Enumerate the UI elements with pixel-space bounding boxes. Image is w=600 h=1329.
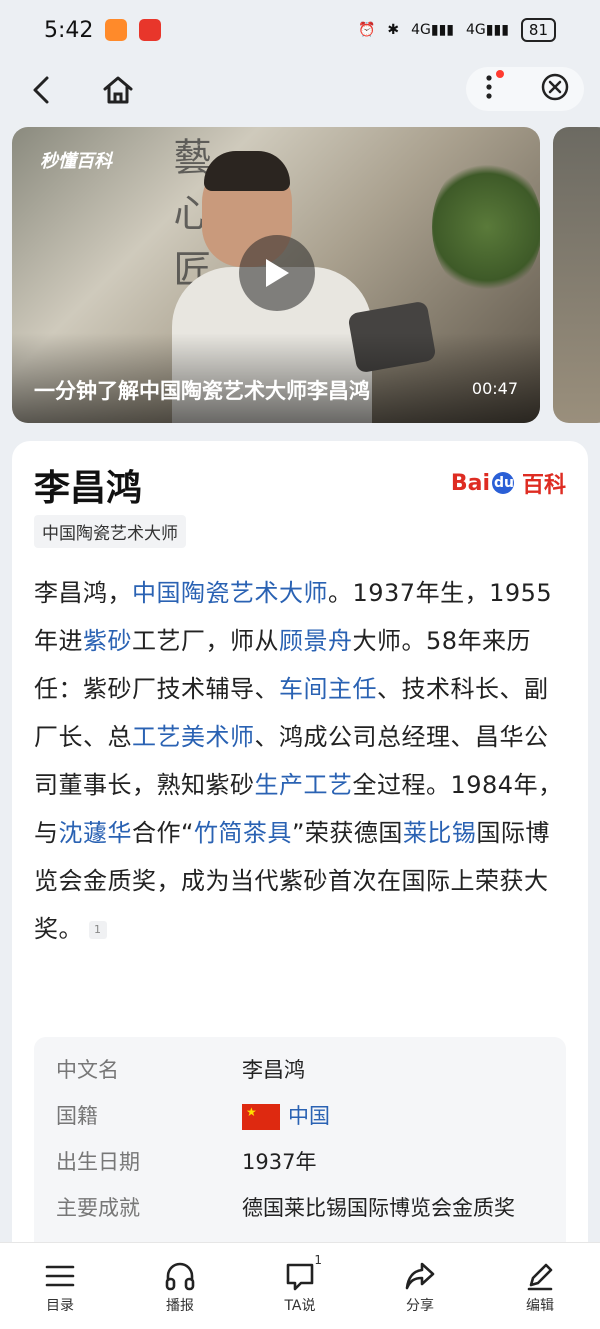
video-title: 一分钟了解中国陶瓷艺术大师李昌鸿 — [34, 379, 370, 403]
reference-marker[interactable]: 1 — [89, 921, 107, 939]
link-ceramic-master[interactable]: 中国陶瓷艺术大师 — [132, 579, 328, 607]
close-circle-icon — [541, 73, 569, 101]
signal-icon-1: 4G▮▮▮ — [411, 22, 455, 38]
more-dots-icon — [486, 75, 492, 99]
summary-text: ”荣获德国 — [291, 819, 403, 847]
tab-label: 分享 — [406, 1298, 434, 1314]
menu-icon — [45, 1265, 75, 1287]
info-key: 出生日期 — [56, 1150, 140, 1174]
status-time: 5:42 — [44, 17, 94, 43]
baidu-baike-logo: Bai du 百科 — [451, 467, 566, 499]
summary-text: 合作“ — [132, 819, 194, 847]
alarm-icon: ⏰ — [357, 22, 376, 38]
home-button[interactable] — [96, 68, 140, 112]
back-button[interactable] — [20, 68, 64, 112]
link-workshop-director[interactable]: 车间主任 — [279, 675, 377, 703]
tab-label: 播报 — [166, 1298, 194, 1314]
tab-label: TA说 — [284, 1298, 316, 1314]
comment-count: 1 — [314, 1253, 322, 1267]
navigation-bar — [0, 60, 600, 120]
notification-dot — [496, 70, 504, 78]
logo-du: du — [493, 475, 514, 491]
info-value: 德国莱比锡国际博览会金质奖 — [242, 1196, 515, 1220]
tab-ta-says[interactable]: 1 TA说 — [250, 1243, 350, 1315]
info-key: 国籍 — [56, 1104, 98, 1128]
close-button[interactable] — [540, 72, 570, 106]
entry-card: 李昌鸿 Bai du 百科 中国陶瓷艺术大师 李昌鸿，中国陶瓷艺术大师。1937… — [12, 441, 588, 1261]
more-button[interactable] — [484, 70, 504, 104]
tab-edit[interactable]: 编辑 — [490, 1243, 590, 1315]
logo-bai: Bai — [450, 470, 490, 496]
summary-text: 李昌鸿， — [34, 579, 132, 607]
status-left: 5:42 — [44, 17, 162, 43]
link-zisha[interactable]: 紫砂 — [83, 627, 132, 655]
signal-icon-2: 4G▮▮▮ — [466, 22, 509, 38]
entry-title: 李昌鸿 — [34, 468, 143, 509]
link-leipzig[interactable]: 莱比锡 — [403, 819, 477, 847]
logo-baike: 百科 — [521, 473, 566, 498]
tab-catalog[interactable]: 目录 — [10, 1243, 110, 1315]
summary-text: 工艺厂，师从 — [132, 627, 279, 655]
app-notification-icon — [105, 19, 128, 41]
link-china[interactable]: 中国 — [288, 1104, 330, 1128]
headphones-icon — [165, 1262, 195, 1291]
video-brand-logo: 秒懂百科 — [40, 151, 112, 172]
share-icon — [405, 1262, 435, 1290]
entry-summary: 李昌鸿，中国陶瓷艺术大师。1937年生，1955年进紫砂工艺厂，师从顾景舟大师。… — [34, 569, 568, 953]
link-arts-crafts-master[interactable]: 工艺美术师 — [132, 723, 255, 751]
tab-label: 目录 — [46, 1298, 74, 1314]
info-row: 中文名 李昌鸿 — [56, 1055, 532, 1085]
play-icon — [266, 259, 289, 287]
tab-broadcast[interactable]: 播报 — [130, 1243, 230, 1315]
home-icon — [103, 76, 133, 104]
background-plant — [432, 157, 540, 297]
bluetooth-icon: ✱ — [387, 22, 400, 38]
info-row: 国籍 ★ 中国 — [56, 1101, 532, 1131]
link-gu-jingzhou[interactable]: 顾景舟 — [279, 627, 353, 655]
status-bar: 5:42 ⏰ ✱ 4G▮▮▮ 4G▮▮▮ 81 — [0, 0, 600, 60]
back-arrow-icon — [33, 76, 49, 104]
tab-share[interactable]: 分享 — [370, 1243, 470, 1315]
link-bamboo-tea-set[interactable]: 竹简茶具 — [194, 819, 292, 847]
video-person-hair — [204, 151, 290, 191]
play-button[interactable] — [239, 235, 315, 311]
info-row: 出生日期 1937年 — [56, 1147, 532, 1177]
info-value-nationality[interactable]: ★ 中国 — [242, 1101, 532, 1131]
info-key: 主要成就 — [56, 1196, 140, 1220]
china-flag-icon: ★ — [242, 1104, 280, 1130]
pen-icon — [527, 1263, 553, 1291]
video-duration: 00:47 — [471, 379, 518, 398]
status-right: ⏰ ✱ 4G▮▮▮ 4G▮▮▮ 81 — [358, 18, 556, 42]
link-production-process[interactable]: 生产工艺 — [255, 771, 353, 799]
mini-program-capsule — [466, 67, 584, 111]
bottom-toolbar: 目录 播报 1 TA说 分享 编辑 — [0, 1242, 600, 1329]
comment-icon — [286, 1263, 314, 1291]
info-value: 1937年 — [242, 1150, 317, 1174]
entry-subtitle-tag: 中国陶瓷艺术大师 — [34, 515, 186, 548]
info-row: 主要成就 德国莱比锡国际博览会金质奖 — [56, 1193, 532, 1223]
link-shen-quhua[interactable]: 沈蘧华 — [59, 819, 133, 847]
next-video-card-peek[interactable] — [553, 127, 600, 423]
video-card[interactable]: 藝心匠 秒懂百科 一分钟了解中国陶瓷艺术大师李昌鸿 00:47 — [12, 127, 540, 423]
tab-label: 编辑 — [526, 1298, 554, 1314]
info-value: 李昌鸿 — [242, 1058, 305, 1082]
basic-info-box: 中文名 李昌鸿 国籍 ★ 中国 出生日期 1937年 主要成就 德国莱比锡国际博览… — [34, 1037, 566, 1261]
toutiao-notification-icon — [139, 19, 162, 41]
battery-icon: 81 — [520, 18, 556, 42]
info-key: 中文名 — [56, 1058, 119, 1082]
